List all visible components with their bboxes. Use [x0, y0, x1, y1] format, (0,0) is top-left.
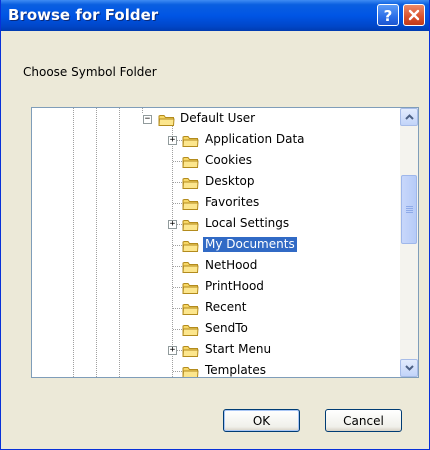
tree-guide-line	[172, 126, 173, 377]
tree-item-label[interactable]: Templates	[203, 363, 268, 377]
tree-item-label[interactable]: Favorites	[203, 195, 261, 210]
thumb-grip-line	[406, 210, 413, 211]
folder-icon	[182, 259, 199, 273]
tree-branch-line	[173, 287, 182, 288]
expand-icon[interactable]: +	[168, 346, 177, 355]
tree-item-label[interactable]: Desktop	[203, 174, 257, 189]
cancel-button[interactable]: Cancel	[325, 409, 402, 432]
ok-button[interactable]: OK	[223, 409, 300, 432]
close-icon	[408, 9, 420, 21]
vertical-scrollbar[interactable]	[400, 108, 418, 377]
help-button[interactable]: ?	[377, 4, 399, 26]
folder-icon	[182, 154, 199, 168]
tree-guide-line	[73, 108, 74, 377]
expand-icon[interactable]: +	[168, 136, 177, 145]
tree-branch-line	[173, 371, 182, 372]
folder-icon	[182, 217, 199, 231]
thumb-grip-line	[406, 212, 413, 213]
thumb-grip-line	[406, 206, 413, 207]
tree-guide-line	[96, 108, 97, 377]
tree-branch-line	[173, 203, 182, 204]
tree-branch-line	[173, 161, 182, 162]
folder-icon	[182, 280, 199, 294]
scroll-down-button[interactable]	[400, 359, 418, 377]
folder-icon	[182, 364, 199, 377]
thumb-grip-line	[406, 208, 413, 209]
tree-guide-line	[119, 108, 120, 377]
help-icon: ?	[384, 7, 393, 23]
svg-text:?: ?	[384, 7, 393, 23]
tree-item-label[interactable]: PrintHood	[203, 279, 266, 294]
tree-branch-line	[173, 182, 182, 183]
folder-icon	[182, 343, 199, 357]
tree-item-label[interactable]: Cookies	[203, 153, 254, 168]
folder-icon	[182, 238, 199, 252]
title-bar[interactable]: Browse for Folder ?	[1, 0, 429, 31]
tree-branch-line	[173, 308, 182, 309]
tree-item-label[interactable]: Recent	[203, 300, 248, 315]
scrollbar-thumb[interactable]	[401, 175, 417, 244]
folder-icon	[182, 301, 199, 315]
tree-branch-line	[173, 266, 182, 267]
tree-item-label[interactable]: Start Menu	[203, 342, 273, 357]
folder-icon	[182, 175, 199, 189]
expand-icon[interactable]: +	[168, 220, 177, 229]
tree-item-label[interactable]: My Documents	[202, 236, 298, 253]
chevron-up-icon	[404, 114, 414, 120]
folder-icon	[158, 112, 175, 126]
folder-icon	[182, 322, 199, 336]
tree-guide-line	[142, 108, 143, 113]
scroll-up-button[interactable]	[400, 108, 418, 126]
window-title: Browse for Folder	[8, 6, 159, 24]
tree-item-label[interactable]: Application Data	[203, 132, 307, 147]
folder-tree[interactable]: − Default User + Application Data Cookies Des…	[31, 107, 419, 378]
tree-branch-line	[173, 329, 182, 330]
tree-item-label[interactable]: NetHood	[203, 258, 259, 273]
chevron-down-icon	[404, 365, 414, 371]
browse-for-folder-dialog: Browse for Folder ? Choose Symbol Folder…	[0, 0, 430, 450]
tree-branch-line	[173, 245, 182, 246]
folder-icon	[182, 196, 199, 210]
collapse-icon[interactable]: −	[143, 115, 152, 124]
close-button[interactable]	[403, 4, 425, 26]
folder-tree-canvas: − Default User + Application Data Cookies Des…	[32, 108, 400, 377]
tree-item-label[interactable]: Default User	[178, 111, 257, 126]
instruction-label: Choose Symbol Folder	[23, 65, 157, 79]
tree-item-label[interactable]: SendTo	[203, 321, 250, 336]
tree-item-label[interactable]: Local Settings	[203, 216, 291, 231]
folder-icon	[182, 133, 199, 147]
